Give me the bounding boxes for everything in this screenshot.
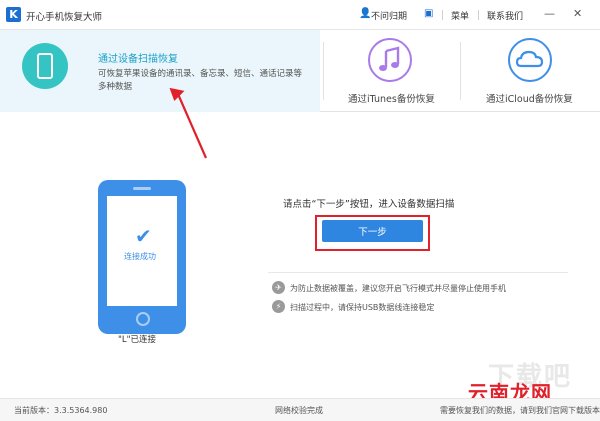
cloud-icon: [515, 50, 544, 68]
app-title: 开心手机恢复大师: [26, 12, 103, 23]
mode-itunes[interactable]: [368, 38, 412, 82]
divider: [460, 42, 461, 100]
mode-icloud[interactable]: [508, 38, 552, 82]
airplane-icon: ✈: [272, 281, 285, 294]
next-step-button[interactable]: 下一步: [322, 220, 423, 242]
phone-home-button: [136, 312, 150, 326]
status-bar: 当前版本：3.3.5364.980 网络校验完成 需要恢复我们的数据，请到我们官…: [0, 398, 600, 421]
usb-icon: ⚡: [272, 300, 285, 313]
hint-usb-stable: 扫描过程中，请保持USB数据线连接稳定: [290, 303, 435, 312]
gift-icon[interactable]: ▣: [424, 8, 433, 19]
check-icon: ✔: [135, 224, 152, 248]
connection-status: 连接成功: [124, 252, 156, 261]
user-icon: 👤: [359, 8, 372, 19]
mode-device-title: 通过设备扫描恢复: [98, 54, 178, 65]
close-button[interactable]: ✕: [573, 7, 582, 20]
phone-speaker: [133, 187, 151, 190]
status-right-text[interactable]: 需要恢复我们的数据，请到我们官网下载版本: [440, 405, 600, 416]
user-name[interactable]: 不问归期: [371, 9, 407, 22]
menu-button[interactable]: 菜单: [451, 9, 469, 22]
network-status: 网络校验完成: [275, 406, 323, 415]
app-logo-icon: K: [6, 7, 21, 22]
phone-icon: [37, 53, 53, 79]
minimize-button[interactable]: —: [544, 7, 555, 20]
scan-instruction: 请点击“下一步”按钮，进入设备数据扫描: [283, 199, 455, 210]
version-text: 当前版本：3.3.5364.980: [14, 406, 108, 415]
music-note-icon: [379, 46, 400, 71]
title-bar: K 开心手机恢复大师 👤 不问归期 ▣ 菜单 联系我们 — ✕: [0, 0, 600, 30]
hint-airplane-mode: 为防止数据被覆盖，建议您开启飞行模式并尽量停止使用手机: [290, 284, 506, 293]
divider: [268, 272, 568, 273]
divider: [478, 10, 479, 20]
divider: [323, 42, 324, 100]
mode-itunes-label[interactable]: 通过iTunes备份恢复: [348, 91, 435, 105]
mode-icloud-label[interactable]: 通过iCloud备份恢复: [486, 91, 573, 105]
recovery-mode-bar: 通过设备扫描恢复 可恢复苹果设备的通讯录、备忘录、短信、通话记录等多种数据 通过…: [0, 30, 600, 112]
contact-button[interactable]: 联系我们: [487, 9, 523, 22]
divider: [442, 10, 443, 20]
annotation-arrow-icon: [169, 87, 208, 159]
device-connected-label: "L"已连接: [118, 335, 157, 345]
